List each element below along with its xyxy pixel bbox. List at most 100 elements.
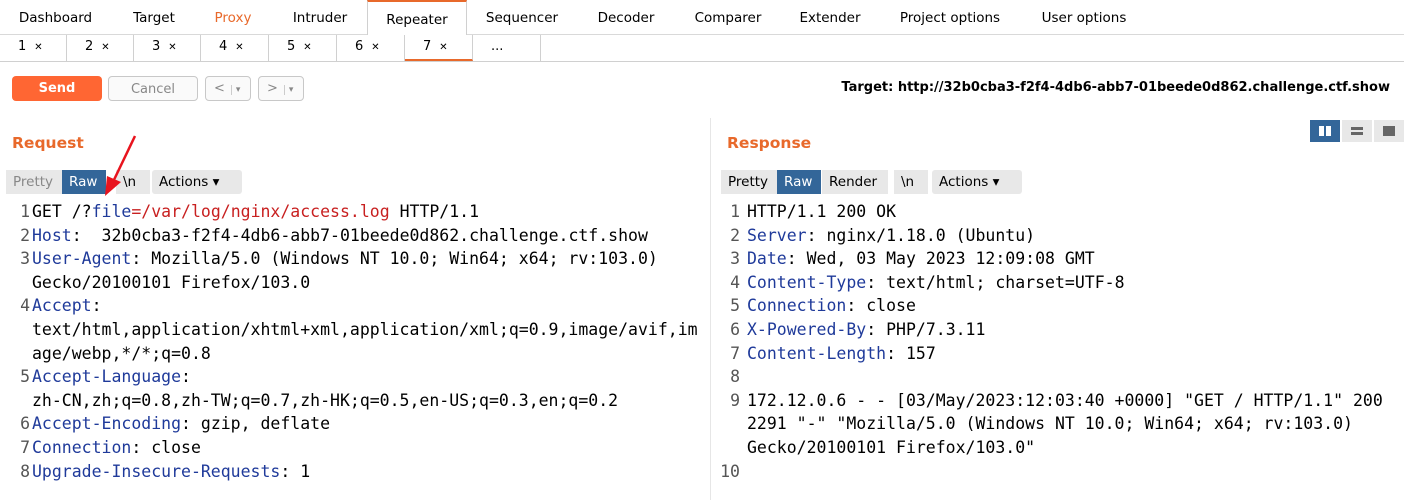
chevron-down-icon: ▾ (212, 174, 220, 190)
actions-label: Actions (159, 174, 209, 190)
code-line: Connection: close (32, 438, 201, 457)
sub-tab-7[interactable]: 7 ✕ (405, 35, 473, 61)
response-actions-button[interactable]: Actions ▾ (932, 170, 1022, 194)
forward-button[interactable]: > ▾ (258, 76, 304, 101)
code-line: HTTP/1.1 200 OK (747, 202, 897, 221)
close-icon[interactable]: ✕ (101, 42, 109, 53)
close-icon[interactable]: ✕ (303, 42, 311, 53)
line-number: 1 (20, 202, 30, 221)
line-number: 7 (20, 438, 30, 457)
tab-target[interactable]: Target (115, 0, 193, 34)
close-icon[interactable]: ✕ (371, 42, 379, 53)
request-actions-button[interactable]: Actions ▾ (152, 170, 242, 194)
code-line: text/html,application/xhtml+xml,applicat… (32, 320, 698, 339)
code-line: 2291 "-" "Mozilla/5.0 (Windows NT 10.0; … (747, 414, 1353, 434)
code-line: Gecko/20100101 Firefox/103.0" (747, 438, 1036, 457)
tab-project-options[interactable]: Project options (890, 0, 1010, 34)
code-line: Content-Length: 157 (747, 343, 936, 363)
response-editor[interactable]: 1 HTTP/1.1 200 OK 2 Server: nginx/1.18.0 (U… (720, 200, 1400, 500)
red-arrow-annotation (105, 135, 137, 196)
tab-sequencer[interactable]: Sequencer (476, 0, 568, 34)
sub-tab-5[interactable]: 5 ✕ (269, 35, 337, 61)
tab-decoder[interactable]: Decoder (586, 0, 666, 34)
close-icon[interactable]: ✕ (235, 42, 243, 53)
single-pane-icon[interactable] (1374, 120, 1404, 142)
close-icon[interactable]: ✕ (439, 42, 447, 53)
request-title: Request (12, 134, 84, 152)
sub-tab-2[interactable]: 2 ✕ (67, 35, 134, 61)
sub-tab-1[interactable]: 1 ✕ (0, 35, 67, 61)
line-number: 7 (730, 343, 740, 363)
line-number: 6 (730, 320, 740, 339)
response-newline-button[interactable]: \n (894, 170, 928, 194)
code-line: Accept-Language: (32, 367, 191, 387)
response-raw-button[interactable]: Raw (777, 170, 821, 194)
sub-tab-3[interactable]: 3 ✕ (134, 35, 201, 61)
repeater-sub-tab-bar: 1 ✕ 2 ✕ 3 ✕ 4 ✕ 5 ✕ 6 ✕ 7 ✕ ... (0, 35, 1404, 62)
line-number: 2 (730, 225, 740, 245)
close-icon[interactable]: ✕ (34, 42, 42, 53)
line-number: 10 (720, 461, 740, 481)
code-line: 172.12.0.6 - - [03/May/2023:12:03:40 +00… (747, 390, 1383, 410)
code-line: X-Powered-By: PHP/7.3.11 (747, 320, 986, 339)
code-line: Connection: close (747, 296, 916, 316)
line-number: 4 (730, 272, 740, 292)
line-number: 2 (20, 225, 30, 245)
tab-extender[interactable]: Extender (790, 0, 870, 34)
code-line: age/webp,*/*;q=0.8 (32, 343, 211, 363)
line-number: 6 (20, 414, 30, 434)
tab-intruder[interactable]: Intruder (280, 0, 360, 34)
chevron-right-icon: > (267, 81, 278, 96)
sub-tab-6[interactable]: 6 ✕ (337, 35, 405, 61)
response-title: Response (727, 134, 812, 152)
sub-tab-label: 3 (152, 39, 161, 54)
pane-divider[interactable] (710, 118, 711, 500)
code-line: Content-Type: text/html; charset=UTF-8 (747, 272, 1125, 292)
sub-tab-label: 5 (287, 39, 296, 54)
code-line: Upgrade-Insecure-Requests: 1 (32, 461, 311, 481)
side-by-side-icon[interactable] (1310, 120, 1340, 142)
code-line: Host: 32b0cba3-f2f4-4db6-abb7-01beede0d8… (32, 225, 648, 245)
response-view-toolbar: Pretty Raw Render \n Actions ▾ (721, 170, 1022, 194)
request-pretty-button[interactable]: Pretty (6, 170, 62, 194)
sub-tab-label: 7 (423, 39, 432, 54)
chevron-down-icon[interactable]: ▾ (283, 85, 294, 95)
tab-dashboard[interactable]: Dashboard (8, 0, 103, 34)
code-line: User-Agent: Mozilla/5.0 (Windows NT 10.0… (32, 249, 658, 269)
actions-label: Actions (939, 174, 989, 190)
sub-tab-4[interactable]: 4 ✕ (201, 35, 269, 61)
main-tab-bar: Dashboard Target Proxy Intruder Repeater… (0, 0, 1404, 35)
tab-user-options[interactable]: User options (1030, 0, 1138, 34)
close-icon[interactable]: ✕ (168, 42, 176, 53)
tab-comparer[interactable]: Comparer (684, 0, 772, 34)
target-label[interactable]: Target: http://32b0cba3-f2f4-4db6-abb7-0… (841, 80, 1390, 95)
send-button[interactable]: Send (12, 76, 102, 101)
line-number: 3 (20, 249, 30, 269)
request-editor[interactable]: 1 GET /?file=/var/log/nginx/access.log HT… (10, 200, 706, 500)
response-pretty-button[interactable]: Pretty (721, 170, 777, 194)
cancel-button[interactable]: Cancel (108, 76, 198, 101)
back-button[interactable]: < ▾ (205, 76, 251, 101)
line-number: 8 (20, 461, 30, 481)
line-number: 4 (20, 296, 30, 316)
sub-tab-more[interactable]: ... (473, 35, 541, 61)
line-number: 8 (730, 367, 740, 387)
sub-tab-label: 2 (85, 39, 94, 54)
tab-repeater[interactable]: Repeater (367, 0, 467, 35)
stacked-rows-icon[interactable] (1342, 120, 1372, 142)
line-number: 5 (20, 367, 30, 387)
layout-switcher (1310, 120, 1404, 142)
line-number: 3 (730, 249, 740, 269)
response-render-button[interactable]: Render (822, 170, 888, 194)
code-line: Server: nginx/1.18.0 (Ubuntu) (747, 225, 1036, 245)
chevron-down-icon: ▾ (992, 174, 1000, 190)
code-line: Accept: (32, 296, 102, 316)
code-line: GET /?file=/var/log/nginx/access.log HTT… (32, 202, 480, 221)
code-line: Date: Wed, 03 May 2023 12:09:08 GMT (747, 249, 1095, 269)
code-line: Accept-Encoding: gzip, deflate (32, 414, 331, 434)
line-number: 5 (730, 296, 740, 316)
chevron-down-icon[interactable]: ▾ (230, 85, 241, 95)
tab-proxy[interactable]: Proxy (200, 0, 266, 34)
code-line: Gecko/20100101 Firefox/103.0 (32, 272, 311, 292)
line-number: 9 (730, 390, 740, 410)
